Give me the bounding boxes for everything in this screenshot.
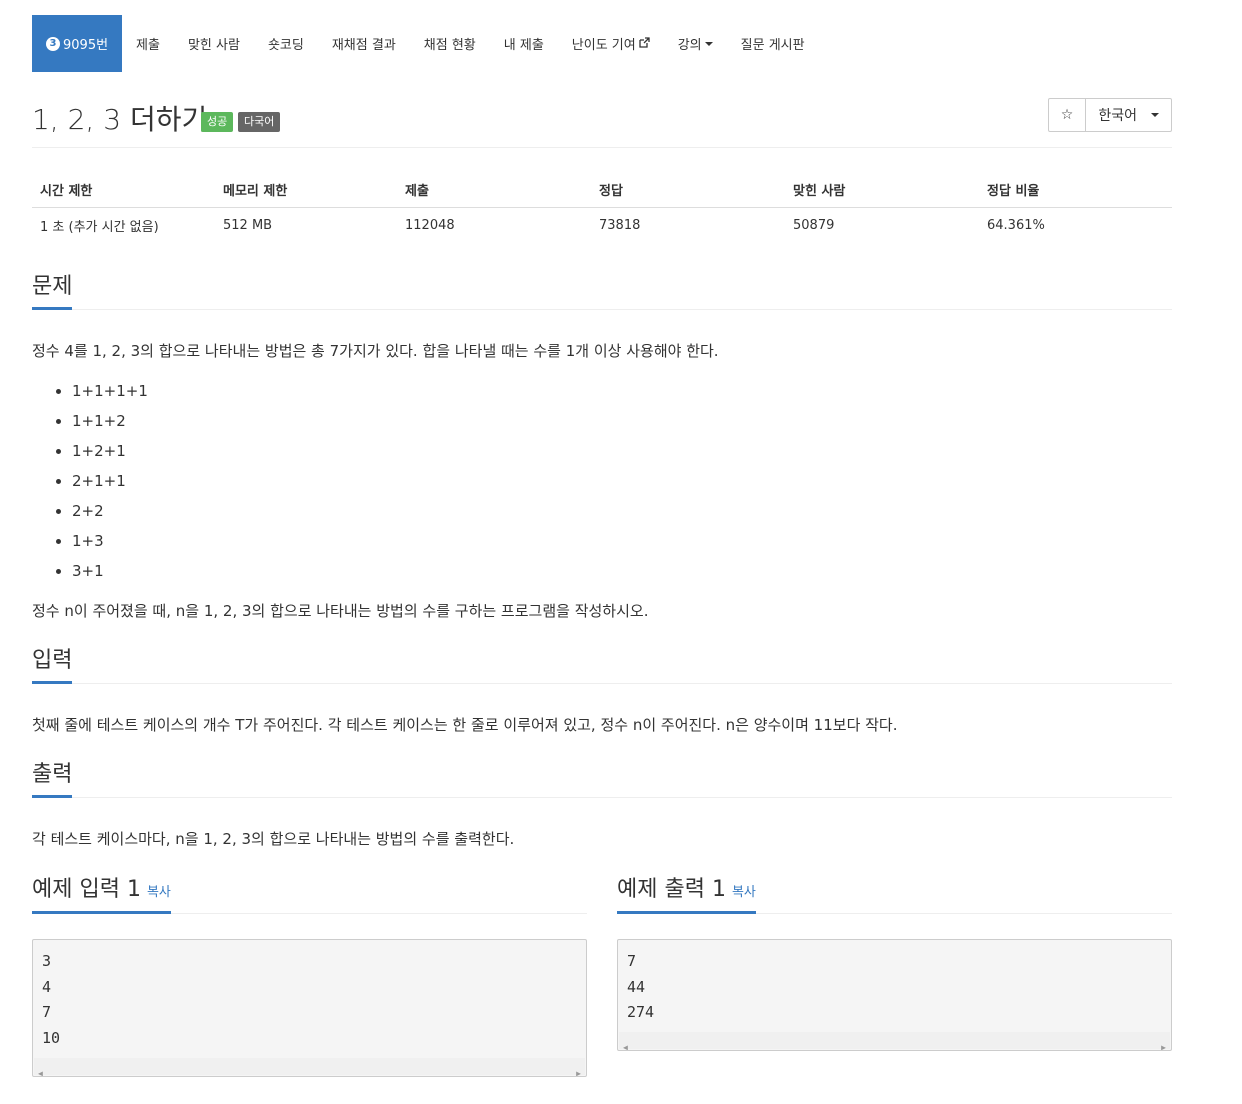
- status-badge-multilang: 다국어: [238, 112, 281, 132]
- chevron-down-icon: [1151, 113, 1159, 117]
- tab-lecture-label: 강의: [677, 38, 702, 53]
- input-heading: 입력: [32, 646, 73, 684]
- input-description: 첫째 줄에 테스트 케이스의 개수 T가 주어진다. 각 테스트 케이스는 한 …: [32, 716, 898, 734]
- sample-output-content: 7 44 274: [627, 952, 655, 1022]
- input-section-header: 입력: [32, 646, 1172, 684]
- star-icon: ☆: [1060, 107, 1074, 123]
- tab-submit[interactable]: 제출: [122, 15, 174, 72]
- table-cell: 50879: [793, 218, 835, 233]
- tab-problem[interactable]: 3 9095번: [32, 15, 123, 72]
- table-header: 메모리 제한: [215, 172, 397, 208]
- sample-output-scrollbar[interactable]: ◀ ▶: [619, 1032, 1170, 1050]
- table-header: 시간 제한: [32, 172, 215, 208]
- list-item: 3+1: [72, 556, 148, 586]
- caret-down-icon: [704, 41, 713, 46]
- table-cell: 112048: [405, 218, 455, 233]
- list-item: 1+1+2: [72, 406, 148, 436]
- tab-lecture[interactable]: 강의: [664, 15, 727, 72]
- star-button[interactable]: ☆: [1049, 99, 1086, 131]
- tab-my-submissions-label: 내 제출: [503, 38, 544, 53]
- list-item: 1+1+1+1: [72, 376, 148, 406]
- scroll-right-icon[interactable]: ▶: [1161, 1035, 1166, 1050]
- table-header: 정답 비율: [979, 172, 1172, 208]
- problem-info-table: 시간 제한 메모리 제한 제출 정답 맞힌 사람 정답 비율 1 초 (추가 시…: [32, 172, 1172, 243]
- title-actions: ☆ 한국어: [1047, 98, 1172, 132]
- tab-submit-label: 제출: [136, 38, 160, 53]
- page-title: 1, 2, 3 더하기: [32, 103, 208, 136]
- problem-outro: 정수 n이 주어졌을 때, n을 1, 2, 3의 합으로 나타내는 방법의 수…: [32, 602, 649, 620]
- table-header: 정답: [591, 172, 785, 208]
- sample-output-column: 예제 출력 1 복사: [617, 872, 1172, 914]
- table-cell: 1 초 (추가 시간 없음): [40, 220, 159, 235]
- tab-problem-label: 9095번: [63, 38, 109, 53]
- tab-qna[interactable]: 질문 게시판: [727, 15, 819, 72]
- tab-status-label: 채점 현황: [423, 38, 476, 53]
- table-cell: 73818: [599, 218, 641, 233]
- copy-sample-input-button[interactable]: 복사: [147, 885, 171, 900]
- title-row: 1, 2, 3 더하기 성공 다국어 ☆ 한국어: [32, 98, 1172, 148]
- sample-input-heading: 예제 입력 1: [32, 877, 141, 902]
- table-header-row: 시간 제한 메모리 제한 제출 정답 맞힌 사람 정답 비율: [32, 172, 1172, 208]
- scroll-right-icon[interactable]: ▶: [576, 1061, 581, 1076]
- tab-solved-users[interactable]: 맞힌 사람: [174, 15, 254, 72]
- tab-rejudge-label: 재채점 결과: [331, 38, 396, 53]
- output-heading: 출력: [32, 760, 73, 798]
- tab-status[interactable]: 채점 현황: [410, 15, 490, 72]
- table-row: 1 초 (추가 시간 없음) 512 MB 112048 73818 50879…: [32, 208, 1172, 244]
- table-cell: 512 MB: [223, 218, 273, 233]
- table-cell: 64.361%: [987, 218, 1045, 233]
- sample-output-heading: 예제 출력 1: [617, 877, 726, 902]
- list-item: 2+1+1: [72, 466, 148, 496]
- copy-sample-output-button[interactable]: 복사: [732, 885, 756, 900]
- tier-badge-icon: 3: [46, 36, 60, 51]
- sample-output-header: 예제 출력 1 복사: [617, 872, 1172, 914]
- tab-difficulty-label: 난이도 기여: [571, 38, 636, 53]
- language-select-label: 한국어: [1098, 108, 1137, 124]
- sample-input-content: 3 4 7 10: [42, 952, 61, 1048]
- output-description: 각 테스트 케이스마다, n을 1, 2, 3의 합으로 나타내는 방법의 수를…: [32, 830, 515, 848]
- problem-section-header: 문제: [32, 272, 1172, 310]
- language-select[interactable]: 한국어: [1085, 99, 1171, 131]
- sample-input-header: 예제 입력 1 복사: [32, 872, 587, 914]
- table-header: 맞힌 사람: [785, 172, 979, 208]
- problem-nav: 3 9095번 제출 맞힌 사람 숏코딩 재채점 결과 채점 현황 내 제출 난…: [32, 15, 1172, 72]
- tab-difficulty[interactable]: 난이도 기여: [558, 15, 664, 72]
- problem-example-list: 1+1+1+1 1+1+2 1+2+1 2+1+1 2+2 1+3 3+1: [32, 376, 148, 586]
- list-item: 2+2: [72, 496, 148, 526]
- sample-input-column: 예제 입력 1 복사: [32, 872, 587, 914]
- list-item: 1+2+1: [72, 436, 148, 466]
- tab-qna-label: 질문 게시판: [740, 38, 805, 53]
- table-header: 제출: [397, 172, 591, 208]
- tab-short-coding-label: 숏코딩: [267, 38, 304, 53]
- sample-output-box[interactable]: 7 44 274 ◀ ▶: [617, 939, 1172, 1051]
- tab-rejudge[interactable]: 재채점 결과: [318, 15, 410, 72]
- scroll-left-icon[interactable]: ◀: [38, 1061, 43, 1076]
- sample-input-box[interactable]: 3 4 7 10 ◀ ▶: [32, 939, 587, 1077]
- external-link-icon: [639, 36, 650, 51]
- status-badge-success: 성공: [201, 112, 234, 132]
- page-container: 3 9095번 제출 맞힌 사람 숏코딩 재채점 결과 채점 현황 내 제출 난…: [32, 0, 1172, 1077]
- tab-short-coding[interactable]: 숏코딩: [254, 15, 318, 72]
- tab-solved-users-label: 맞힌 사람: [187, 38, 240, 53]
- output-section-header: 출력: [32, 760, 1172, 798]
- scroll-left-icon[interactable]: ◀: [623, 1035, 628, 1050]
- problem-intro: 정수 4를 1, 2, 3의 합으로 나타내는 방법은 총 7가지가 있다. 합…: [32, 342, 719, 360]
- problem-heading: 문제: [32, 272, 73, 310]
- list-item: 1+3: [72, 526, 148, 556]
- tab-my-submissions[interactable]: 내 제출: [490, 15, 558, 72]
- sample-input-scrollbar[interactable]: ◀ ▶: [34, 1058, 585, 1076]
